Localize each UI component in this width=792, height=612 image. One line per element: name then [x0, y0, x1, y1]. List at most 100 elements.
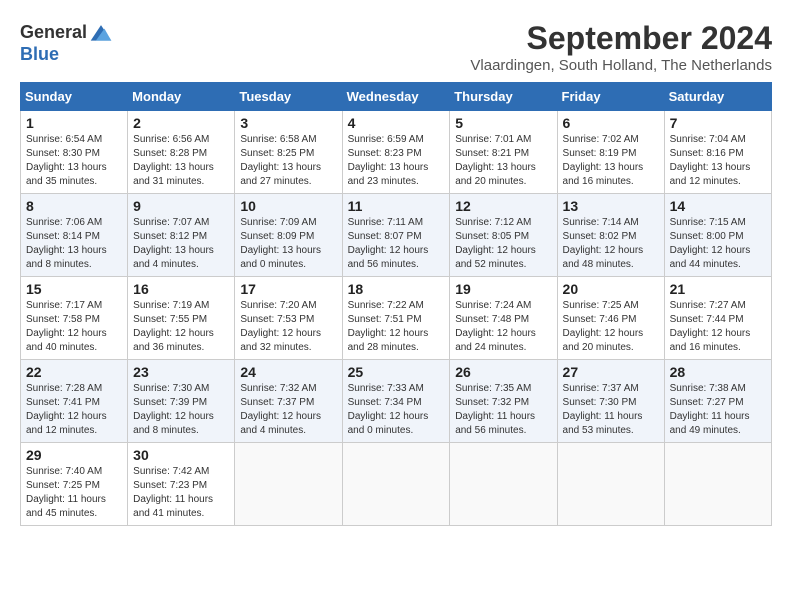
table-row: 17 Sunrise: 7:20 AMSunset: 7:53 PMDaylig… — [235, 277, 342, 360]
day-info: Sunrise: 7:09 AMSunset: 8:09 PMDaylight:… — [240, 217, 321, 270]
day-number: 27 — [563, 364, 659, 380]
calendar-week-4: 22 Sunrise: 7:28 AMSunset: 7:41 PMDaylig… — [21, 360, 772, 443]
col-wednesday: Wednesday — [342, 83, 450, 111]
table-row — [450, 443, 557, 526]
month-title: September 2024 — [470, 20, 772, 57]
table-row: 11 Sunrise: 7:11 AMSunset: 8:07 PMDaylig… — [342, 194, 450, 277]
day-info: Sunrise: 7:33 AMSunset: 7:34 PMDaylight:… — [348, 383, 429, 436]
day-info: Sunrise: 7:20 AMSunset: 7:53 PMDaylight:… — [240, 300, 321, 353]
table-row: 9 Sunrise: 7:07 AMSunset: 8:12 PMDayligh… — [128, 194, 235, 277]
day-info: Sunrise: 7:42 AMSunset: 7:23 PMDaylight:… — [133, 466, 213, 519]
table-row — [557, 443, 664, 526]
table-row: 25 Sunrise: 7:33 AMSunset: 7:34 PMDaylig… — [342, 360, 450, 443]
day-info: Sunrise: 6:54 AMSunset: 8:30 PMDaylight:… — [26, 134, 107, 187]
col-saturday: Saturday — [664, 83, 771, 111]
day-info: Sunrise: 7:01 AMSunset: 8:21 PMDaylight:… — [455, 134, 536, 187]
day-number: 10 — [240, 198, 336, 214]
day-info: Sunrise: 7:15 AMSunset: 8:00 PMDaylight:… — [670, 217, 751, 270]
day-number: 17 — [240, 281, 336, 297]
day-number: 7 — [670, 115, 766, 131]
day-number: 28 — [670, 364, 766, 380]
day-number: 6 — [563, 115, 659, 131]
day-number: 20 — [563, 281, 659, 297]
day-number: 24 — [240, 364, 336, 380]
day-info: Sunrise: 7:32 AMSunset: 7:37 PMDaylight:… — [240, 383, 321, 436]
day-number: 2 — [133, 115, 229, 131]
table-row: 6 Sunrise: 7:02 AMSunset: 8:19 PMDayligh… — [557, 111, 664, 194]
col-monday: Monday — [128, 83, 235, 111]
logo: General Blue — [20, 20, 113, 65]
table-row: 8 Sunrise: 7:06 AMSunset: 8:14 PMDayligh… — [21, 194, 128, 277]
table-row: 15 Sunrise: 7:17 AMSunset: 7:58 PMDaylig… — [21, 277, 128, 360]
header: General Blue September 2024 Vlaardingen,… — [20, 20, 772, 74]
day-info: Sunrise: 7:14 AMSunset: 8:02 PMDaylight:… — [563, 217, 644, 270]
day-info: Sunrise: 7:38 AMSunset: 7:27 PMDaylight:… — [670, 383, 750, 436]
table-row: 30 Sunrise: 7:42 AMSunset: 7:23 PMDaylig… — [128, 443, 235, 526]
table-row: 7 Sunrise: 7:04 AMSunset: 8:16 PMDayligh… — [664, 111, 771, 194]
calendar-header: Sunday Monday Tuesday Wednesday Thursday… — [21, 83, 772, 111]
day-number: 11 — [348, 198, 445, 214]
day-info: Sunrise: 7:40 AMSunset: 7:25 PMDaylight:… — [26, 466, 106, 519]
day-number: 18 — [348, 281, 445, 297]
logo-icon — [89, 20, 113, 44]
day-number: 15 — [26, 281, 122, 297]
day-info: Sunrise: 7:27 AMSunset: 7:44 PMDaylight:… — [670, 300, 751, 353]
day-info: Sunrise: 7:22 AMSunset: 7:51 PMDaylight:… — [348, 300, 429, 353]
table-row: 18 Sunrise: 7:22 AMSunset: 7:51 PMDaylig… — [342, 277, 450, 360]
table-row: 21 Sunrise: 7:27 AMSunset: 7:44 PMDaylig… — [664, 277, 771, 360]
table-row: 12 Sunrise: 7:12 AMSunset: 8:05 PMDaylig… — [450, 194, 557, 277]
day-number: 30 — [133, 447, 229, 463]
table-row: 1 Sunrise: 6:54 AMSunset: 8:30 PMDayligh… — [21, 111, 128, 194]
day-info: Sunrise: 7:25 AMSunset: 7:46 PMDaylight:… — [563, 300, 644, 353]
table-row: 26 Sunrise: 7:35 AMSunset: 7:32 PMDaylig… — [450, 360, 557, 443]
table-row: 24 Sunrise: 7:32 AMSunset: 7:37 PMDaylig… — [235, 360, 342, 443]
day-number: 12 — [455, 198, 551, 214]
day-info: Sunrise: 7:30 AMSunset: 7:39 PMDaylight:… — [133, 383, 214, 436]
table-row: 19 Sunrise: 7:24 AMSunset: 7:48 PMDaylig… — [450, 277, 557, 360]
day-info: Sunrise: 7:04 AMSunset: 8:16 PMDaylight:… — [670, 134, 751, 187]
calendar-week-3: 15 Sunrise: 7:17 AMSunset: 7:58 PMDaylig… — [21, 277, 772, 360]
day-number: 16 — [133, 281, 229, 297]
table-row — [235, 443, 342, 526]
table-row: 4 Sunrise: 6:59 AMSunset: 8:23 PMDayligh… — [342, 111, 450, 194]
calendar-week-2: 8 Sunrise: 7:06 AMSunset: 8:14 PMDayligh… — [21, 194, 772, 277]
day-number: 9 — [133, 198, 229, 214]
logo-general-text: General — [20, 22, 87, 43]
day-info: Sunrise: 6:56 AMSunset: 8:28 PMDaylight:… — [133, 134, 214, 187]
table-row: 10 Sunrise: 7:09 AMSunset: 8:09 PMDaylig… — [235, 194, 342, 277]
day-number: 1 — [26, 115, 122, 131]
day-number: 8 — [26, 198, 122, 214]
day-number: 5 — [455, 115, 551, 131]
day-info: Sunrise: 7:12 AMSunset: 8:05 PMDaylight:… — [455, 217, 536, 270]
day-number: 22 — [26, 364, 122, 380]
day-number: 25 — [348, 364, 445, 380]
table-row: 29 Sunrise: 7:40 AMSunset: 7:25 PMDaylig… — [21, 443, 128, 526]
day-info: Sunrise: 7:37 AMSunset: 7:30 PMDaylight:… — [563, 383, 643, 436]
table-row: 22 Sunrise: 7:28 AMSunset: 7:41 PMDaylig… — [21, 360, 128, 443]
subtitle: Vlaardingen, South Holland, The Netherla… — [470, 57, 772, 74]
calendar-body: 1 Sunrise: 6:54 AMSunset: 8:30 PMDayligh… — [21, 111, 772, 526]
day-info: Sunrise: 7:35 AMSunset: 7:32 PMDaylight:… — [455, 383, 535, 436]
day-info: Sunrise: 7:28 AMSunset: 7:41 PMDaylight:… — [26, 383, 107, 436]
header-row: Sunday Monday Tuesday Wednesday Thursday… — [21, 83, 772, 111]
day-number: 29 — [26, 447, 122, 463]
day-info: Sunrise: 7:24 AMSunset: 7:48 PMDaylight:… — [455, 300, 536, 353]
day-info: Sunrise: 7:11 AMSunset: 8:07 PMDaylight:… — [348, 217, 429, 270]
table-row: 5 Sunrise: 7:01 AMSunset: 8:21 PMDayligh… — [450, 111, 557, 194]
table-row: 13 Sunrise: 7:14 AMSunset: 8:02 PMDaylig… — [557, 194, 664, 277]
day-number: 21 — [670, 281, 766, 297]
logo-blue-text: Blue — [20, 44, 59, 65]
calendar-week-1: 1 Sunrise: 6:54 AMSunset: 8:30 PMDayligh… — [21, 111, 772, 194]
table-row — [342, 443, 450, 526]
day-number: 19 — [455, 281, 551, 297]
day-info: Sunrise: 6:58 AMSunset: 8:25 PMDaylight:… — [240, 134, 321, 187]
day-info: Sunrise: 7:02 AMSunset: 8:19 PMDaylight:… — [563, 134, 644, 187]
col-thursday: Thursday — [450, 83, 557, 111]
table-row: 27 Sunrise: 7:37 AMSunset: 7:30 PMDaylig… — [557, 360, 664, 443]
day-info: Sunrise: 6:59 AMSunset: 8:23 PMDaylight:… — [348, 134, 429, 187]
day-number: 4 — [348, 115, 445, 131]
table-row — [664, 443, 771, 526]
table-row: 3 Sunrise: 6:58 AMSunset: 8:25 PMDayligh… — [235, 111, 342, 194]
day-info: Sunrise: 7:07 AMSunset: 8:12 PMDaylight:… — [133, 217, 214, 270]
col-tuesday: Tuesday — [235, 83, 342, 111]
